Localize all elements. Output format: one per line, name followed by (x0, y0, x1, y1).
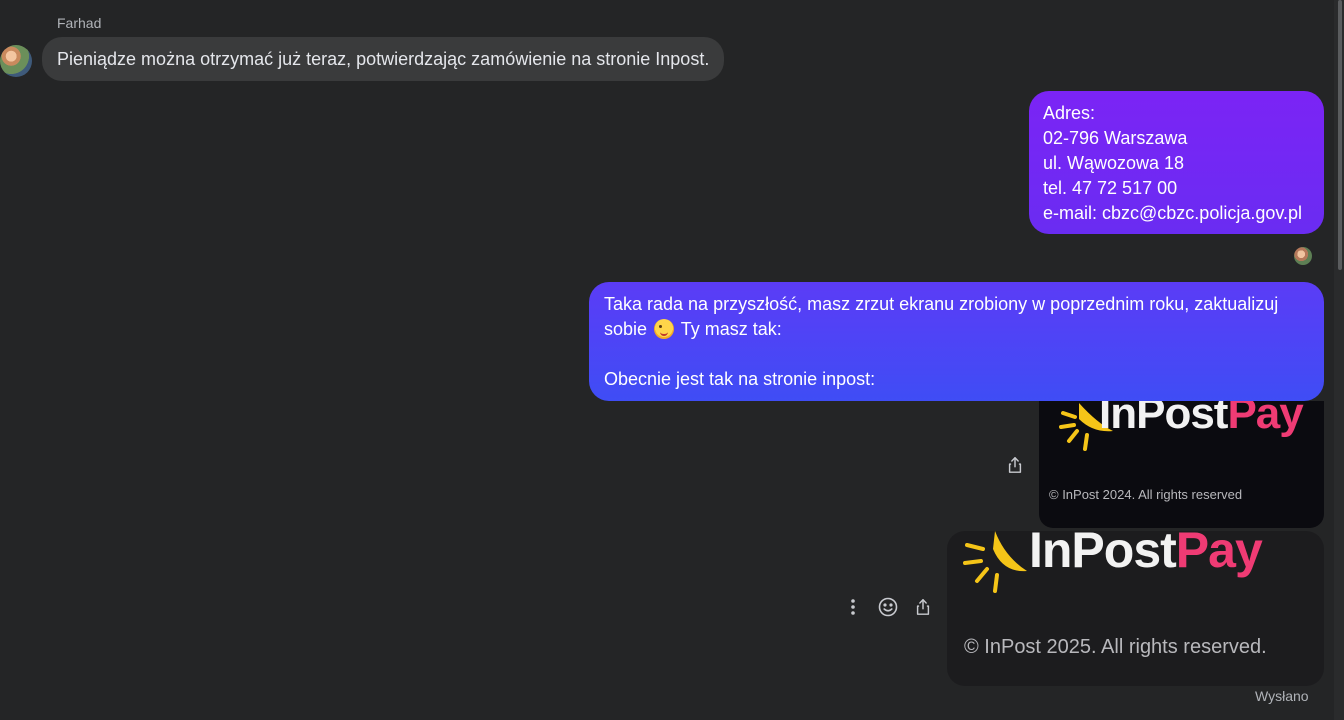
incoming-message-bubble[interactable]: Pieniądze można otrzymać już teraz, potw… (42, 37, 725, 81)
advice-line-2: sobie Ty masz tak: (604, 317, 1309, 342)
copyright-text: © InPost 2025. All rights reserved. (964, 636, 1267, 658)
address-line: 02-796 Warszawa (1043, 128, 1188, 148)
share-icon[interactable] (911, 595, 935, 619)
inpost-pay-screenshot-2025[interactable]: InPostPay © InPost 2025. All rights rese… (947, 531, 1324, 686)
inpost-sun-logo-icon (963, 531, 1027, 593)
inpost-pay-logo-text: InPostPay (1029, 531, 1263, 578)
inpost-pay-screenshot-2024[interactable]: InPostPay © InPost 2024. All rights rese… (1039, 401, 1324, 528)
address-line: e-mail: cbzc@cbzc.policja.gov.pl (1043, 203, 1303, 223)
advice-line-2-end: Ty masz tak: (680, 319, 782, 339)
address-line: tel. 47 72 517 00 (1043, 178, 1178, 198)
incoming-message-text: Pieniądze można otrzymać już teraz, potw… (57, 48, 710, 69)
outgoing-address-bubble[interactable]: Adres: 02-796 Warszawa ul. Wąwozowa 18 t… (1029, 91, 1324, 234)
seen-by-avatar (1294, 247, 1312, 265)
advice-line-3: Obecnie jest tak na stronie inpost: (604, 369, 876, 389)
message-status: Wysłano (1255, 688, 1309, 704)
sender-avatar[interactable] (0, 45, 32, 77)
advice-line-2-start: sobie (604, 319, 648, 339)
share-icon[interactable] (1003, 453, 1027, 477)
advice-blank-line (604, 342, 1309, 367)
address-line: Adres: (1043, 103, 1096, 123)
smiley-icon[interactable] (876, 595, 900, 619)
copyright-text: © InPost 2024. All rights reserved (1049, 487, 1243, 502)
sender-name: Farhad (57, 15, 102, 31)
winking-tongue-emoji-icon (654, 319, 675, 339)
scrollbar-thumb[interactable] (1338, 0, 1342, 270)
advice-line-1: Taka rada na przyszłość, masz zrzut ekra… (604, 294, 1279, 314)
more-vertical-icon[interactable] (842, 596, 864, 618)
inpost-pay-logo-text: InPostPay (1099, 401, 1304, 438)
outgoing-advice-bubble[interactable]: Taka rada na przyszłość, masz zrzut ekra… (589, 282, 1324, 401)
address-line: ul. Wąwozowa 18 (1043, 153, 1185, 173)
